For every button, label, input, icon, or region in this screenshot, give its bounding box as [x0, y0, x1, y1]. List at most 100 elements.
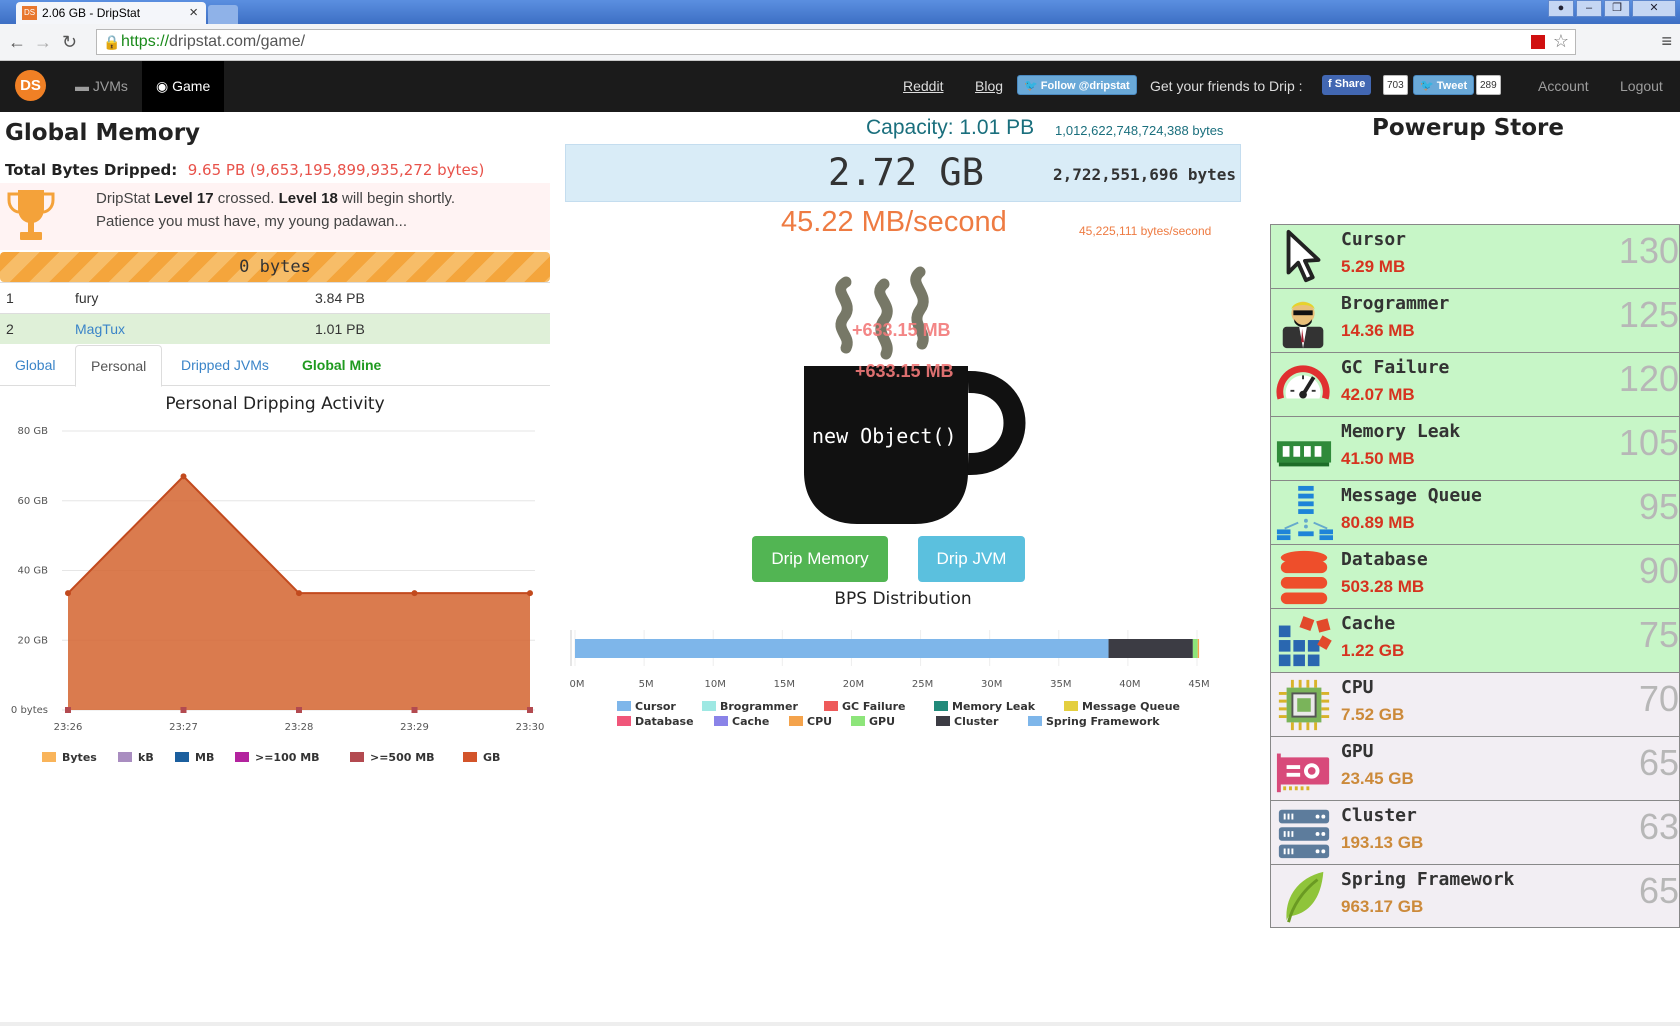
legend-label[interactable]: Bytes [62, 751, 97, 764]
powerup-item[interactable]: GC Failure 42.07 MB 120 [1270, 352, 1680, 416]
leaderboard-name-link[interactable]: MagTux [75, 314, 125, 345]
data-point[interactable] [527, 590, 533, 597]
legend-label[interactable]: >=500 MB [370, 751, 435, 764]
drip-rate: 45.22 MB/second [781, 206, 1007, 238]
powerup-item[interactable]: Database 503.28 MB 90 [1270, 544, 1680, 608]
browser-menu-icon[interactable]: ≡ [1661, 31, 1672, 52]
tab-personal[interactable]: Personal [75, 345, 163, 387]
nav-reddit[interactable]: Reddit [903, 78, 943, 94]
twitter-icon: 🐦 [1420, 80, 1437, 92]
browser-tab[interactable]: DS 2.06 GB - DripStat × [16, 2, 206, 24]
level-current: Level 17 [154, 190, 214, 207]
tweet-count: 289 [1476, 75, 1501, 95]
forward-icon[interactable]: → [34, 32, 52, 53]
url-scheme: https:// [121, 33, 170, 50]
powerup-item[interactable]: Cursor 5.29 MB 130 [1270, 224, 1680, 288]
powerup-item[interactable]: Cache 1.22 GB 75 [1270, 608, 1680, 672]
new-tab-button[interactable] [208, 5, 238, 24]
bps-segment[interactable] [1192, 639, 1198, 658]
drip-float-1: +633.15 MB [852, 320, 951, 340]
powerup-item[interactable]: Memory Leak 41.50 MB 105 [1270, 416, 1680, 480]
close-window-icon[interactable]: ✕ [1632, 0, 1676, 17]
legend-label[interactable]: CPU [807, 715, 832, 728]
legend-label[interactable]: GB [483, 751, 500, 764]
bps-chart-title: BPS Distribution [834, 589, 972, 609]
coffee-cup-icon[interactable] [800, 262, 1030, 530]
powerup-price: 193.13 GB [1341, 833, 1424, 852]
restore-icon[interactable]: ❐ [1604, 0, 1630, 17]
level-message: DripStat Level 17 crossed. Level 18 will… [0, 183, 550, 250]
powerup-price: 41.50 MB [1341, 449, 1415, 468]
legend-label[interactable]: GPU [869, 715, 895, 728]
nav-game[interactable]: ◉ Game [142, 61, 225, 112]
leaderboard-rank: 2 [6, 321, 14, 337]
powerup-name: Cursor [1341, 229, 1407, 250]
powerup-price: 5.29 MB [1341, 257, 1406, 276]
total-bytes-label: Total Bytes Dripped: [5, 161, 178, 179]
queue-icon [1276, 485, 1333, 541]
powerup-price: 963.17 GB [1341, 897, 1424, 916]
powerup-item[interactable]: GPU 23.45 GB 65 [1270, 736, 1680, 800]
twitter-follow-button[interactable]: 🐦 Follow @dripstat [1017, 75, 1137, 95]
x-tick-label: 5M [639, 679, 654, 690]
extension-icon[interactable] [1531, 35, 1545, 49]
nav-jvms[interactable]: ▬ JVMs [75, 78, 128, 94]
data-point[interactable] [296, 590, 302, 597]
activity-tabs: Global Personal Dripped JVMs Global Mine [0, 345, 550, 387]
legend-label[interactable]: GC Failure [842, 700, 905, 713]
drip-jvm-button[interactable]: Drip JVM [918, 536, 1025, 582]
powerup-item[interactable]: Message Queue 80.89 MB 95 [1270, 480, 1680, 544]
nav-blog[interactable]: Blog [975, 78, 1003, 94]
legend-label[interactable]: Cluster [954, 715, 999, 728]
total-bytes-dripped: Total Bytes Dripped: 9.65 PB (9,653,195,… [5, 161, 484, 179]
gamepad-icon: ◉ [156, 78, 173, 94]
url-input[interactable]: 🔒 https://dripstat.com/game/ ☆ [96, 29, 1576, 55]
x-tick-label: 20M [843, 679, 864, 690]
nav-account[interactable]: Account [1538, 78, 1589, 94]
legend-label[interactable]: >=100 MB [255, 751, 320, 764]
powerup-item[interactable]: Brogrammer 14.36 MB 125 [1270, 288, 1680, 352]
powerup-owned-count: 63 [1638, 806, 1679, 847]
drip-memory-button[interactable]: Drip Memory [752, 536, 888, 582]
activity-chart: 23:26 23:27 23:28 23:29 23:30 0 bytes 20 GB 40… [11, 426, 545, 764]
data-point[interactable] [65, 590, 71, 597]
tab-global[interactable]: Global [0, 345, 70, 386]
data-point[interactable] [180, 473, 187, 480]
tab-close-icon[interactable]: × [189, 4, 198, 21]
legend-label[interactable]: Memory Leak [952, 700, 1036, 713]
legend-label[interactable]: kB [138, 751, 154, 764]
dripstat-logo[interactable]: DS [15, 70, 46, 101]
legend-label[interactable]: Cursor [635, 700, 676, 713]
back-icon[interactable]: ← [8, 32, 26, 53]
reload-icon[interactable]: ↻ [62, 32, 77, 53]
legend-swatch [350, 752, 364, 762]
x-tick-label: 30M [981, 679, 1002, 690]
leaderboard-value: 1.01 PB [315, 321, 365, 337]
level-line-2: Patience you must have, my young padawan… [96, 213, 408, 230]
legend-label[interactable]: Database [635, 715, 694, 728]
powerup-item[interactable]: CPU 7.52 GB 70 [1270, 672, 1680, 736]
minimize-icon[interactable]: – [1576, 0, 1602, 17]
legend-label[interactable]: Spring Framework [1046, 715, 1160, 728]
bookmark-star-icon[interactable]: ☆ [1553, 31, 1569, 52]
powerup-item[interactable]: Spring Framework 963.17 GB 65 [1270, 864, 1680, 928]
bps-segment[interactable] [1197, 639, 1200, 658]
legend-label[interactable]: Cache [732, 715, 769, 728]
tweet-button[interactable]: 🐦 Tweet [1413, 75, 1475, 95]
data-point[interactable] [411, 590, 418, 597]
legend-label[interactable]: MB [195, 751, 214, 764]
favicon-icon: DS [22, 6, 37, 20]
bps-segment[interactable] [575, 639, 1109, 658]
facebook-share-button[interactable]: f Share [1322, 75, 1372, 95]
tab-dripped-jvms[interactable]: Dripped JVMs [166, 345, 284, 386]
x-tick-label: 23:30 [516, 722, 545, 733]
legend-label[interactable]: Message Queue [1082, 700, 1180, 713]
facebook-share-label: Share [1334, 78, 1366, 90]
powerup-item[interactable]: Cluster 193.13 GB 63 [1270, 800, 1680, 864]
tab-global-mine[interactable]: Global Mine [287, 345, 396, 386]
facebook-share-count: 703 [1383, 75, 1408, 95]
user-icon[interactable]: ● [1548, 0, 1574, 17]
bps-segment[interactable] [1108, 639, 1193, 658]
legend-label[interactable]: Brogrammer [720, 700, 798, 713]
nav-logout[interactable]: Logout [1620, 78, 1663, 94]
